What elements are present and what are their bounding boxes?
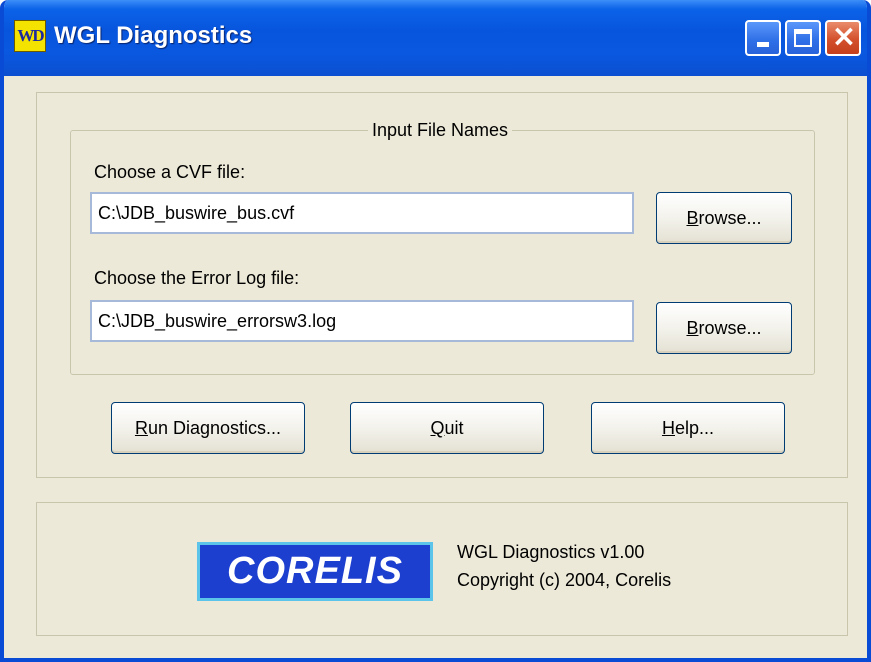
title-bar[interactable]: WD WGL Diagnostics × [4, 0, 867, 76]
error-log-input[interactable]: C:\JDB_buswire_errorsw3.log [90, 300, 634, 342]
run-label: un Diagnostics... [147, 418, 282, 438]
error-log-label: Choose the Error Log file: [94, 268, 300, 288]
help-button[interactable]: Help... [591, 402, 785, 454]
browse-log-button[interactable]: Browse... [656, 302, 792, 354]
cvf-file-label: Choose a CVF file: [94, 162, 246, 182]
about-panel [36, 502, 848, 636]
version-text: WGL Diagnostics v1.00 [457, 542, 645, 562]
quit-label: uit [444, 418, 464, 438]
close-icon: × [831, 19, 857, 54]
help-mnemonic: H [661, 418, 675, 438]
browse-cvf-button[interactable]: Browse... [656, 192, 792, 244]
maximize-icon [794, 29, 812, 47]
wgl-diagnostics-window: WD WGL Diagnostics × Input File Names Ch… [0, 0, 871, 662]
browse-label: rowse... [698, 208, 762, 228]
quit-button[interactable]: Quit [350, 402, 544, 454]
browse-mnemonic: B [686, 208, 699, 228]
minimize-icon [757, 42, 769, 47]
minimize-button[interactable] [745, 20, 781, 56]
maximize-button[interactable] [785, 20, 821, 56]
cvf-file-input[interactable]: C:\JDB_buswire_bus.cvf [90, 192, 634, 234]
close-button[interactable]: × [825, 20, 861, 56]
group-legend: Input File Names [368, 120, 513, 141]
corelis-logo: CORELIS [197, 542, 433, 601]
help-label: elp... [674, 418, 715, 438]
window-title: WGL Diagnostics [54, 22, 253, 49]
quit-mnemonic: Q [430, 418, 445, 438]
browse-mnemonic: B [686, 318, 699, 338]
app-icon: WD [14, 20, 46, 52]
run-mnemonic: R [134, 418, 148, 438]
run-diagnostics-button[interactable]: Run Diagnostics... [111, 402, 305, 454]
browse-label: rowse... [698, 318, 762, 338]
copyright-text: Copyright (c) 2004, Corelis [457, 570, 672, 590]
